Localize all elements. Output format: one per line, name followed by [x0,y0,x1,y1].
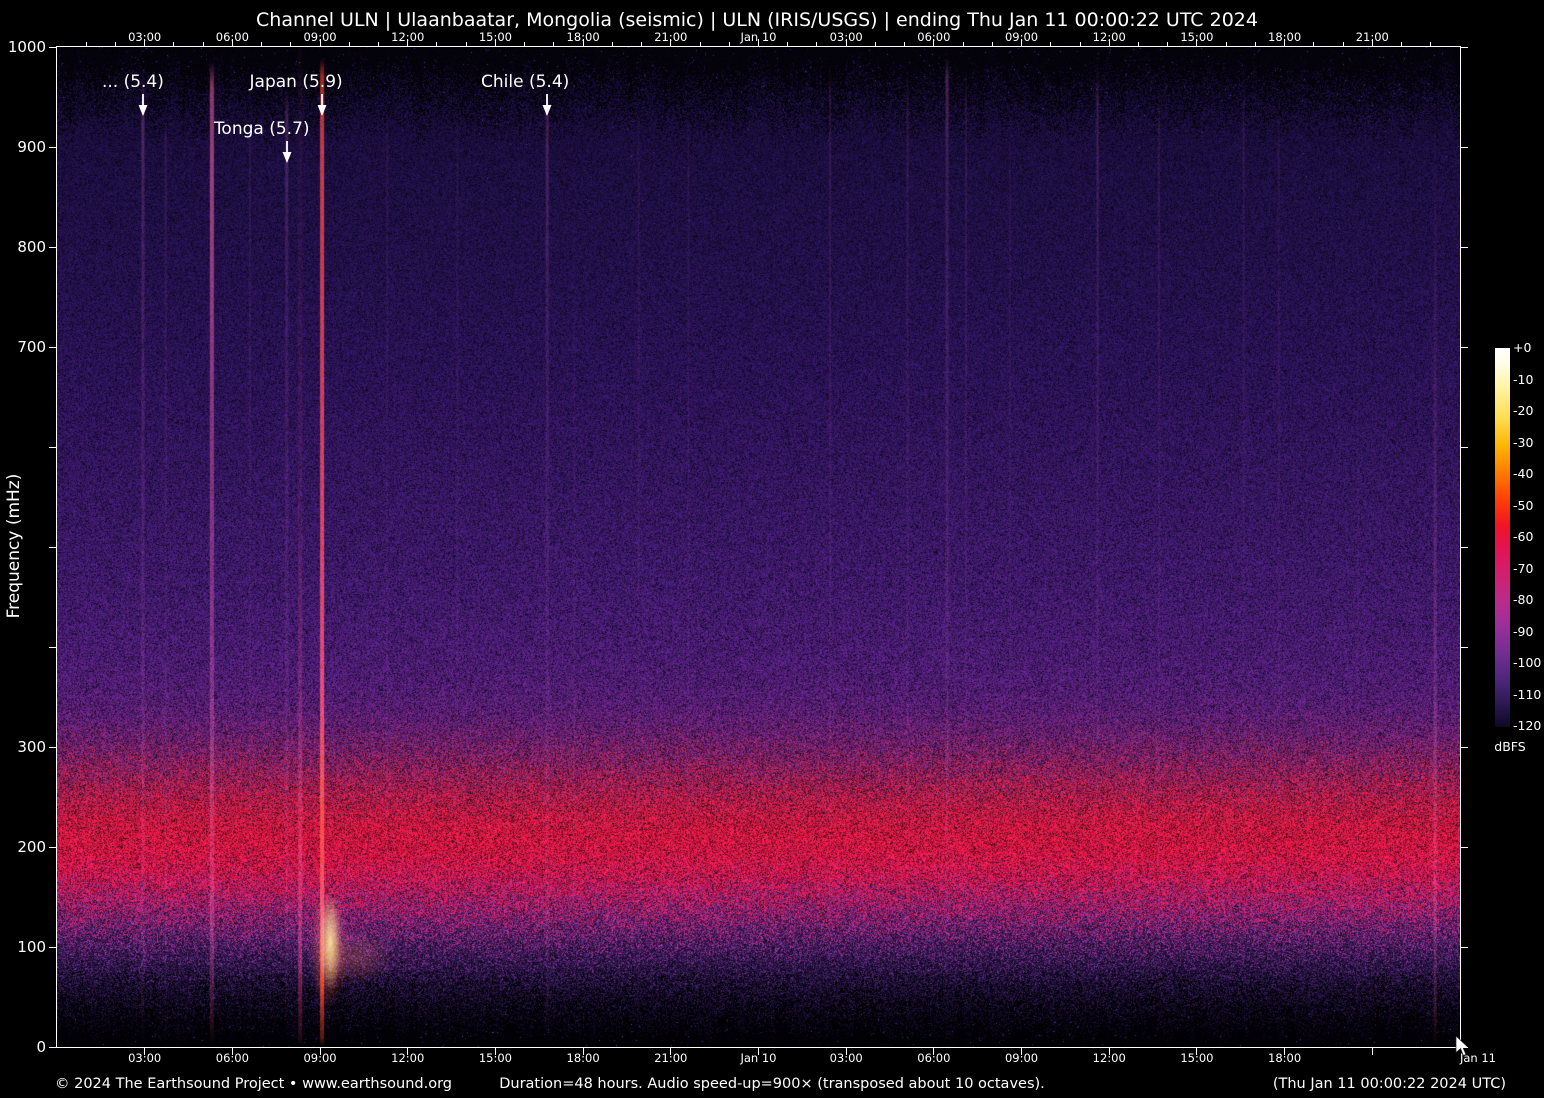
x-tick-bottom [1371,1048,1373,1055]
x-axis-label-bottom: 06:00 [215,1051,249,1065]
x-axis-label-bottom: 06:00 [917,1051,951,1065]
x-axis-label-top: 12:00 [391,30,425,44]
y-axis-tick-label: 300 [17,738,46,756]
plot-frame [56,46,1461,1048]
down-arrow-icon [542,94,552,116]
y-tick-right [1461,646,1468,648]
y-tick-left [49,446,56,448]
x-axis-label-top: 06:00 [215,30,249,44]
x-tick-top [1430,42,1432,46]
y-axis-tick-label: 200 [17,838,46,856]
x-axis-label-top: 12:00 [1092,30,1126,44]
event-annotation-label: Japan (5.9) [249,72,343,92]
y-tick-right [1461,246,1468,248]
down-arrow-icon [282,141,292,163]
x-axis-label-bottom: 12:00 [391,1051,425,1065]
colorbar-tick-label: -40 [1513,466,1534,482]
y-tick-right [1461,346,1468,348]
y-axis-tick-label: 800 [17,238,46,256]
y-tick-left [49,146,56,148]
footer-timestamp: (Thu Jan 11 00:00:22 2024 UTC) [1272,1076,1506,1092]
x-axis-label-bottom: 03:00 [128,1051,162,1065]
x-axis-label-bottom: 12:00 [1092,1051,1126,1065]
x-axis-label-bottom: 09:00 [303,1051,337,1065]
x-axis-label-top: 18:00 [566,30,600,44]
chart-title: Channel ULN | Ulaanbaatar, Mongolia (sei… [256,9,1258,31]
y-tick-right [1461,846,1468,848]
y-tick-left [49,46,56,48]
y-axis-tick-label: 900 [17,138,46,156]
y-axis-tick-label: 100 [17,938,46,956]
x-axis-label-bottom: 18:00 [1268,1051,1302,1065]
x-axis-label-top: 09:00 [1004,30,1039,44]
x-axis-label-top: 15:00 [1180,30,1214,44]
x-axis-label-top: 03:00 [128,30,162,44]
y-tick-left [49,1046,56,1048]
colorbar-tick-label: -20 [1513,403,1534,419]
x-tick-top [85,42,87,46]
event-annotation-label: Chile (5.4) [481,72,570,92]
x-axis-label-top: 21:00 [654,30,688,44]
colorbar-tick-label: +0 [1513,340,1532,355]
y-tick-left [49,846,56,848]
colorbar-tick-label: -60 [1513,529,1534,545]
x-axis-label-bottom: 21:00 [654,1051,688,1065]
colorbar-title: dBFS [1494,739,1526,754]
y-tick-right [1461,446,1468,448]
down-arrow-icon [138,94,148,116]
colorbar-tick-label: -100 [1513,655,1542,671]
down-arrow-icon [317,94,327,116]
y-tick-left [49,646,56,648]
colorbar-tick-label: -90 [1513,623,1534,639]
x-axis-label-top: 03:00 [829,30,863,44]
colorbar-tick-label: -70 [1513,560,1534,576]
colorbar-tick-label: -30 [1513,434,1534,450]
x-axis-label-top: 06:00 [917,30,951,44]
x-axis-label-top: 09:00 [303,30,337,44]
x-axis-label-bottom: Jan 10 [740,1051,777,1065]
y-tick-left [49,746,56,748]
x-axis-label-top: 18:00 [1268,30,1302,44]
x-axis-label-bottom: Jan 11 [1459,1051,1497,1065]
x-axis-label-bottom: 15:00 [478,1051,513,1065]
colorbar-tick-label: -50 [1513,497,1534,513]
x-axis-label-bottom: 03:00 [829,1051,863,1065]
y-axis-tick-label: 1000 [7,38,46,56]
y-tick-right [1461,946,1468,948]
y-axis-tick-label: 700 [17,338,46,356]
y-tick-right [1461,746,1468,748]
colorbar-tick-label: -10 [1513,371,1534,387]
y-tick-left [49,246,56,248]
x-axis-label-top: 15:00 [478,30,513,44]
y-axis-tick-label: 0 [36,1038,46,1056]
x-axis-label-bottom: 09:00 [1004,1051,1039,1065]
y-tick-right [1461,46,1468,48]
y-axis-title: Frequency (mHz) [4,473,24,619]
y-tick-right [1461,146,1468,148]
x-axis-label-top: Jan 10 [740,30,777,44]
y-tick-right [1461,1046,1468,1048]
y-tick-left [49,346,56,348]
spectrogram-figure: Channel ULN | Ulaanbaatar, Mongolia (sei… [0,0,1544,1098]
y-tick-left [49,546,56,548]
x-axis-label-bottom: 15:00 [1180,1051,1214,1065]
event-annotation-label: Tonga (5.7) [213,119,310,139]
x-axis-label-top: 21:00 [1355,30,1389,44]
x-axis-label-bottom: 18:00 [566,1051,600,1065]
colorbar-tick-label: -110 [1513,686,1542,702]
colorbar-tick-label: -80 [1513,592,1534,608]
colorbar [1495,348,1510,727]
colorbar-tick-label: -120 [1513,718,1542,734]
y-tick-right [1461,546,1468,548]
y-tick-left [49,946,56,948]
